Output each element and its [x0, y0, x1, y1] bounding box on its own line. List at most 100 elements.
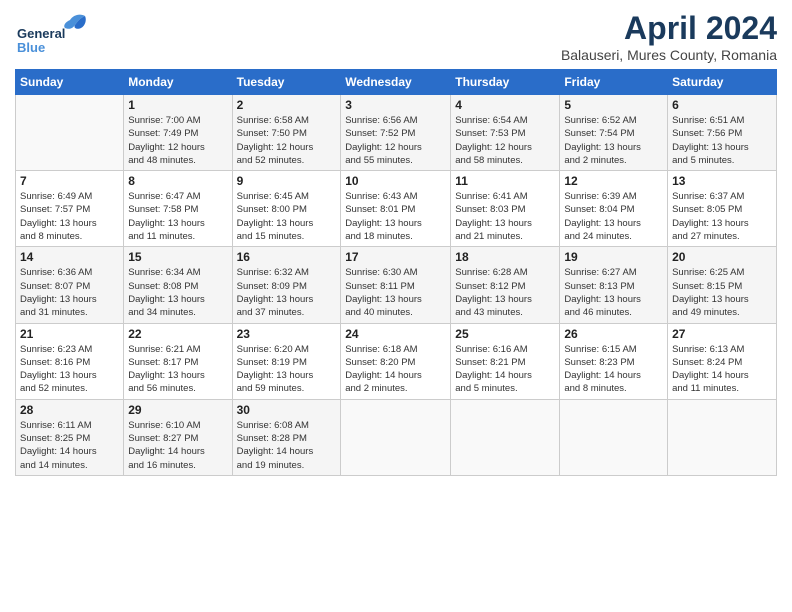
day-info: Sunrise: 6:30 AMSunset: 8:11 PMDaylight:… — [345, 266, 446, 319]
day-number: 24 — [345, 327, 446, 341]
calendar-day-10: 10 Sunrise: 6:43 AMSunset: 8:01 PMDayligh… — [341, 171, 451, 247]
day-info: Sunrise: 6:37 AMSunset: 8:05 PMDaylight:… — [672, 190, 772, 243]
calendar-day-27: 27 Sunrise: 6:13 AMSunset: 8:24 PMDayligh… — [668, 323, 777, 399]
day-info: Sunrise: 6:08 AMSunset: 8:28 PMDaylight:… — [237, 419, 337, 472]
calendar-day-22: 22 Sunrise: 6:21 AMSunset: 8:17 PMDayligh… — [124, 323, 232, 399]
calendar-header-tuesday: Tuesday — [232, 70, 341, 95]
day-number: 8 — [128, 174, 227, 188]
day-number: 4 — [455, 98, 555, 112]
calendar-empty-cell — [16, 95, 124, 171]
day-number: 30 — [237, 403, 337, 417]
subtitle: Balauseri, Mures County, Romania — [561, 47, 777, 63]
day-info: Sunrise: 6:11 AMSunset: 8:25 PMDaylight:… — [20, 419, 119, 472]
calendar-day-6: 6 Sunrise: 6:51 AMSunset: 7:56 PMDaylight… — [668, 95, 777, 171]
calendar-day-3: 3 Sunrise: 6:56 AMSunset: 7:52 PMDaylight… — [341, 95, 451, 171]
calendar-day-12: 12 Sunrise: 6:39 AMSunset: 8:04 PMDayligh… — [560, 171, 668, 247]
calendar-day-9: 9Sunrise: 6:45 AMSunset: 8:00 PMDaylight… — [232, 171, 341, 247]
day-info: Sunrise: 7:00 AMSunset: 7:49 PMDaylight:… — [128, 114, 227, 167]
day-number: 22 — [128, 327, 227, 341]
day-number: 10 — [345, 174, 446, 188]
calendar-day-25: 25Sunrise: 6:16 AMSunset: 8:21 PMDayligh… — [451, 323, 560, 399]
calendar-header-wednesday: Wednesday — [341, 70, 451, 95]
day-number: 19 — [564, 250, 663, 264]
day-number: 27 — [672, 327, 772, 341]
day-number: 12 — [564, 174, 663, 188]
day-info: Sunrise: 6:34 AMSunset: 8:08 PMDaylight:… — [128, 266, 227, 319]
day-info: Sunrise: 6:41 AMSunset: 8:03 PMDaylight:… — [455, 190, 555, 243]
logo: General Blue — [15, 10, 95, 60]
day-info: Sunrise: 6:10 AMSunset: 8:27 PMDaylight:… — [128, 419, 227, 472]
day-number: 9 — [237, 174, 337, 188]
header: General Blue April 2024 Balauseri, Mures… — [15, 10, 777, 63]
calendar-header-saturday: Saturday — [668, 70, 777, 95]
calendar-day-8: 8Sunrise: 6:47 AMSunset: 7:58 PMDaylight… — [124, 171, 232, 247]
calendar-empty-cell — [668, 399, 777, 475]
calendar-week-row: 1 Sunrise: 7:00 AMSunset: 7:49 PMDaylight… — [16, 95, 777, 171]
day-info: Sunrise: 6:20 AMSunset: 8:19 PMDaylight:… — [237, 343, 337, 396]
calendar-day-16: 16 Sunrise: 6:32 AMSunset: 8:09 PMDayligh… — [232, 247, 341, 323]
svg-text:General: General — [17, 26, 65, 41]
calendar-day-2: 2Sunrise: 6:58 AMSunset: 7:50 PMDaylight… — [232, 95, 341, 171]
day-number: 28 — [20, 403, 119, 417]
calendar-table: SundayMondayTuesdayWednesdayThursdayFrid… — [15, 69, 777, 476]
calendar-week-row: 7 Sunrise: 6:49 AMSunset: 7:57 PMDaylight… — [16, 171, 777, 247]
calendar-header-sunday: Sunday — [16, 70, 124, 95]
calendar-day-28: 28 Sunrise: 6:11 AMSunset: 8:25 PMDayligh… — [16, 399, 124, 475]
day-info: Sunrise: 6:51 AMSunset: 7:56 PMDaylight:… — [672, 114, 772, 167]
day-info: Sunrise: 6:32 AMSunset: 8:09 PMDaylight:… — [237, 266, 337, 319]
calendar-day-15: 15 Sunrise: 6:34 AMSunset: 8:08 PMDayligh… — [124, 247, 232, 323]
day-number: 5 — [564, 98, 663, 112]
day-info: Sunrise: 6:49 AMSunset: 7:57 PMDaylight:… — [20, 190, 119, 243]
logo-svg: General Blue — [15, 10, 95, 60]
calendar-day-24: 24 Sunrise: 6:18 AMSunset: 8:20 PMDayligh… — [341, 323, 451, 399]
calendar-day-4: 4 Sunrise: 6:54 AMSunset: 7:53 PMDaylight… — [451, 95, 560, 171]
day-number: 21 — [20, 327, 119, 341]
calendar-week-row: 14Sunrise: 6:36 AMSunset: 8:07 PMDayligh… — [16, 247, 777, 323]
day-number: 29 — [128, 403, 227, 417]
day-number: 7 — [20, 174, 119, 188]
calendar-day-23: 23 Sunrise: 6:20 AMSunset: 8:19 PMDayligh… — [232, 323, 341, 399]
day-number: 23 — [237, 327, 337, 341]
day-info: Sunrise: 6:18 AMSunset: 8:20 PMDaylight:… — [345, 343, 446, 396]
day-info: Sunrise: 6:54 AMSunset: 7:53 PMDaylight:… — [455, 114, 555, 167]
calendar-header-thursday: Thursday — [451, 70, 560, 95]
day-number: 11 — [455, 174, 555, 188]
title-block: April 2024 Balauseri, Mures County, Roma… — [561, 10, 777, 63]
calendar-empty-cell — [560, 399, 668, 475]
calendar-day-7: 7 Sunrise: 6:49 AMSunset: 7:57 PMDaylight… — [16, 171, 124, 247]
day-info: Sunrise: 6:15 AMSunset: 8:23 PMDaylight:… — [564, 343, 663, 396]
calendar-day-29: 29 Sunrise: 6:10 AMSunset: 8:27 PMDayligh… — [124, 399, 232, 475]
calendar-day-30: 30 Sunrise: 6:08 AMSunset: 8:28 PMDayligh… — [232, 399, 341, 475]
day-number: 17 — [345, 250, 446, 264]
day-info: Sunrise: 6:28 AMSunset: 8:12 PMDaylight:… — [455, 266, 555, 319]
day-info: Sunrise: 6:23 AMSunset: 8:16 PMDaylight:… — [20, 343, 119, 396]
day-number: 18 — [455, 250, 555, 264]
day-info: Sunrise: 6:27 AMSunset: 8:13 PMDaylight:… — [564, 266, 663, 319]
calendar-day-11: 11 Sunrise: 6:41 AMSunset: 8:03 PMDayligh… — [451, 171, 560, 247]
calendar-header-monday: Monday — [124, 70, 232, 95]
calendar-header-friday: Friday — [560, 70, 668, 95]
calendar-week-row: 28 Sunrise: 6:11 AMSunset: 8:25 PMDayligh… — [16, 399, 777, 475]
day-number: 15 — [128, 250, 227, 264]
day-info: Sunrise: 6:13 AMSunset: 8:24 PMDaylight:… — [672, 343, 772, 396]
day-info: Sunrise: 6:43 AMSunset: 8:01 PMDaylight:… — [345, 190, 446, 243]
day-number: 14 — [20, 250, 119, 264]
calendar-day-5: 5Sunrise: 6:52 AMSunset: 7:54 PMDaylight… — [560, 95, 668, 171]
main-title: April 2024 — [561, 10, 777, 47]
day-number: 1 — [128, 98, 227, 112]
day-info: Sunrise: 6:25 AMSunset: 8:15 PMDaylight:… — [672, 266, 772, 319]
calendar-day-20: 20Sunrise: 6:25 AMSunset: 8:15 PMDayligh… — [668, 247, 777, 323]
day-info: Sunrise: 6:39 AMSunset: 8:04 PMDaylight:… — [564, 190, 663, 243]
day-number: 16 — [237, 250, 337, 264]
day-number: 25 — [455, 327, 555, 341]
day-number: 3 — [345, 98, 446, 112]
day-info: Sunrise: 6:58 AMSunset: 7:50 PMDaylight:… — [237, 114, 337, 167]
day-info: Sunrise: 6:56 AMSunset: 7:52 PMDaylight:… — [345, 114, 446, 167]
calendar-day-17: 17 Sunrise: 6:30 AMSunset: 8:11 PMDayligh… — [341, 247, 451, 323]
day-number: 13 — [672, 174, 772, 188]
calendar-day-21: 21 Sunrise: 6:23 AMSunset: 8:16 PMDayligh… — [16, 323, 124, 399]
calendar-header-row: SundayMondayTuesdayWednesdayThursdayFrid… — [16, 70, 777, 95]
calendar-day-14: 14Sunrise: 6:36 AMSunset: 8:07 PMDayligh… — [16, 247, 124, 323]
day-number: 6 — [672, 98, 772, 112]
day-info: Sunrise: 6:21 AMSunset: 8:17 PMDaylight:… — [128, 343, 227, 396]
